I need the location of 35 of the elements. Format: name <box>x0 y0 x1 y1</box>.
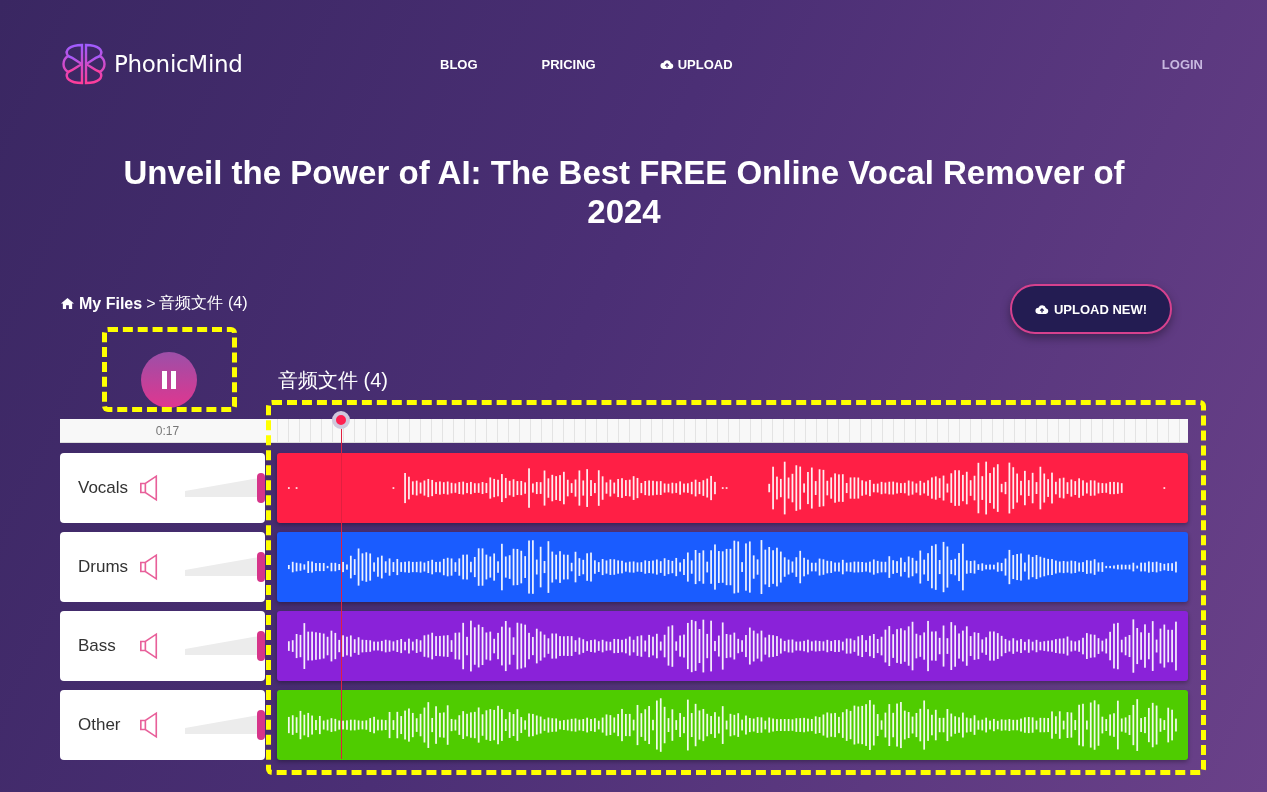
pause-icon <box>159 369 179 390</box>
breadcrumb-link[interactable]: My Files <box>79 294 143 313</box>
timeline-ruler[interactable]: 0:17 <box>60 419 1188 443</box>
volume-thumb[interactable] <box>257 710 265 741</box>
playhead-handle[interactable] <box>331 411 350 429</box>
login-link[interactable]: LOGIN <box>1161 56 1203 72</box>
current-time: 0:17 <box>155 423 180 438</box>
track-name: Drums <box>78 557 130 578</box>
cloud-upload-icon <box>659 58 674 70</box>
breadcrumb-current: 音频文件 (4) <box>159 293 248 313</box>
brain-logo-icon <box>60 42 108 86</box>
track-name: Vocals <box>78 478 130 499</box>
cloud-upload-icon <box>1034 303 1049 315</box>
speaker-icon[interactable] <box>139 711 159 740</box>
volume-slider[interactable] <box>185 631 265 662</box>
breadcrumb-separator: > <box>146 294 156 313</box>
upload-new-button[interactable]: UPLOAD NEW! <box>1010 284 1172 334</box>
volume-slider[interactable] <box>185 552 265 583</box>
track-title: 音频文件 (4) <box>278 368 388 393</box>
volume-slider[interactable] <box>185 710 265 741</box>
volume-thumb[interactable] <box>257 631 265 662</box>
speaker-icon[interactable] <box>139 553 159 582</box>
volume-thumb[interactable] <box>257 473 265 504</box>
nav-link[interactable]: BLOG <box>440 56 478 72</box>
volume-slider[interactable] <box>185 473 265 504</box>
home-icon <box>60 297 75 310</box>
page-headline: Unveil the Power of AI: The Best FREE Online Vocal Remover of 2024 <box>122 153 1126 231</box>
speaker-icon[interactable] <box>139 474 159 503</box>
speaker-icon[interactable] <box>139 632 159 661</box>
volume-thumb[interactable] <box>257 552 265 583</box>
nav-link[interactable]: PRICING <box>541 56 596 72</box>
brand-name[interactable]: PhonicMind <box>114 51 243 77</box>
track-name: Other <box>78 715 122 736</box>
track-name: Bass <box>78 636 117 657</box>
nav-link[interactable]: UPLOAD <box>659 56 733 72</box>
